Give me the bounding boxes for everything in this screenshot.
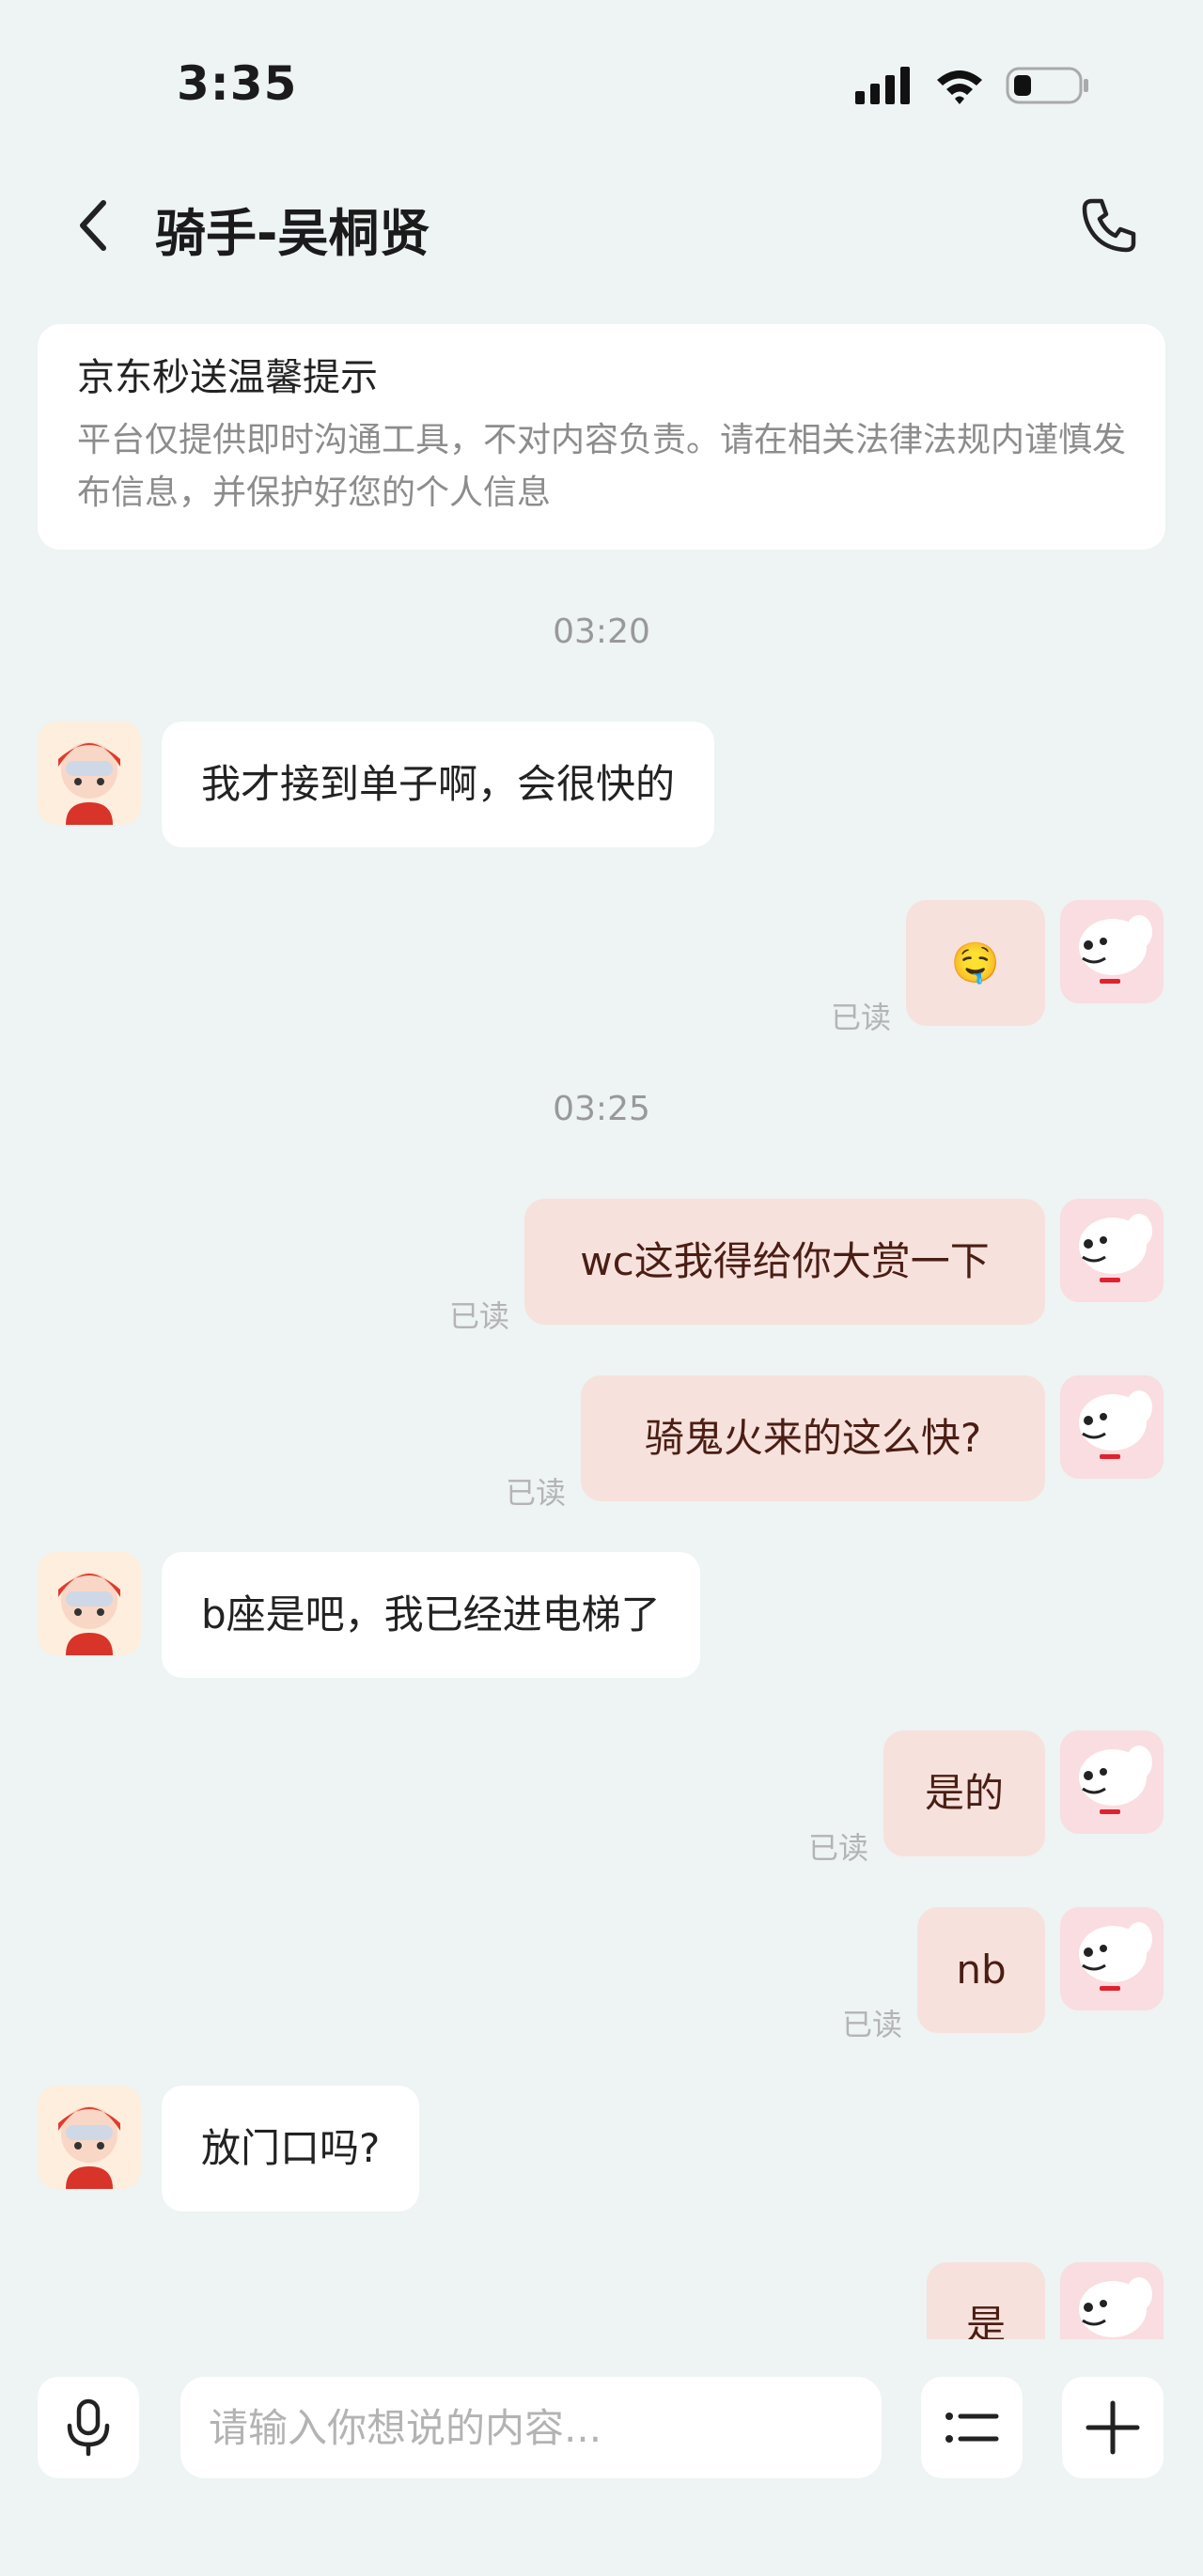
status-icons	[855, 66, 1090, 105]
message-bubble-received[interactable]: 放门口吗?	[162, 2086, 420, 2211]
rider-avatar-icon	[58, 742, 120, 825]
rider-avatar[interactable]	[38, 2086, 141, 2189]
user-avatar[interactable]	[1060, 900, 1164, 1003]
read-receipt: 已读	[842, 2007, 903, 2042]
time-separator: 03:20	[553, 613, 650, 651]
joy-dog-avatar-icon	[1079, 1922, 1152, 1991]
chat-title: 骑手-吴桐贤	[155, 204, 430, 263]
rider-avatar-icon	[58, 1573, 120, 1655]
status-time: 3:35	[177, 56, 298, 111]
wifi-icon	[937, 70, 982, 104]
status-bar: 3:35	[0, 0, 1203, 178]
back-button[interactable]	[66, 188, 122, 263]
plus-icon	[1086, 2400, 1140, 2455]
rider-avatar[interactable]	[38, 1552, 141, 1655]
notice-title: 京东秒送温馨提示	[77, 356, 378, 399]
user-avatar[interactable]	[1060, 1375, 1164, 1479]
time-separator: 03:25	[553, 1090, 650, 1128]
read-receipt: 已读	[506, 1475, 567, 1511]
call-button[interactable]	[1062, 178, 1156, 272]
joy-dog-avatar-icon	[1079, 915, 1152, 984]
more-button[interactable]	[1062, 2377, 1164, 2478]
user-avatar[interactable]	[1060, 1199, 1164, 1302]
notice-body: 平台仅提供即时沟通工具，不对内容负责。请在相关法律法规内谨慎发布信息，并保护好您…	[77, 421, 1127, 512]
battery-icon	[1006, 67, 1088, 104]
message-bubble-sent[interactable]: 骑鬼火来的这么快?	[581, 1375, 1045, 1501]
voice-button[interactable]	[38, 2377, 139, 2478]
joy-dog-avatar-icon	[1079, 1746, 1152, 1814]
cellular-signal-icon	[855, 67, 910, 104]
chevron-left-icon	[80, 200, 106, 251]
composer-bar	[0, 2339, 1203, 2576]
phone-icon	[1082, 198, 1136, 253]
joy-dog-avatar-icon	[1079, 1390, 1152, 1459]
chat-header: 骑手-吴桐贤	[0, 178, 1203, 301]
list-icon	[945, 2413, 999, 2443]
message-bubble-received[interactable]: b座是吧，我已经进电梯了	[162, 1552, 700, 1678]
message-input[interactable]	[180, 2377, 882, 2478]
quick-reply-button[interactable]	[921, 2377, 1023, 2478]
read-receipt: 已读	[831, 1000, 892, 1035]
message-bubble-sent[interactable]: nb	[917, 1907, 1045, 2033]
message-bubble-received[interactable]: 我才接到单子啊，会很快的	[162, 722, 715, 847]
read-receipt: 已读	[808, 1830, 869, 1866]
message-bubble-sent[interactable]: 🤤	[906, 900, 1045, 1026]
message-bubble-sent[interactable]: 是的	[883, 1730, 1045, 1856]
read-receipt: 已读	[449, 1298, 510, 1334]
microphone-icon	[67, 2398, 110, 2457]
rider-avatar[interactable]	[38, 722, 141, 825]
rider-avatar-icon	[58, 2106, 120, 2189]
joy-dog-avatar-icon	[1079, 1214, 1152, 1282]
message-bubble-sent[interactable]: wc这我得给你大赏一下	[524, 1199, 1045, 1325]
notice-card: 京东秒送温馨提示 平台仅提供即时沟通工具，不对内容负责。请在相关法律法规内谨慎发…	[38, 324, 1165, 550]
user-avatar[interactable]	[1060, 1730, 1164, 1834]
user-avatar[interactable]	[1060, 1907, 1164, 2010]
